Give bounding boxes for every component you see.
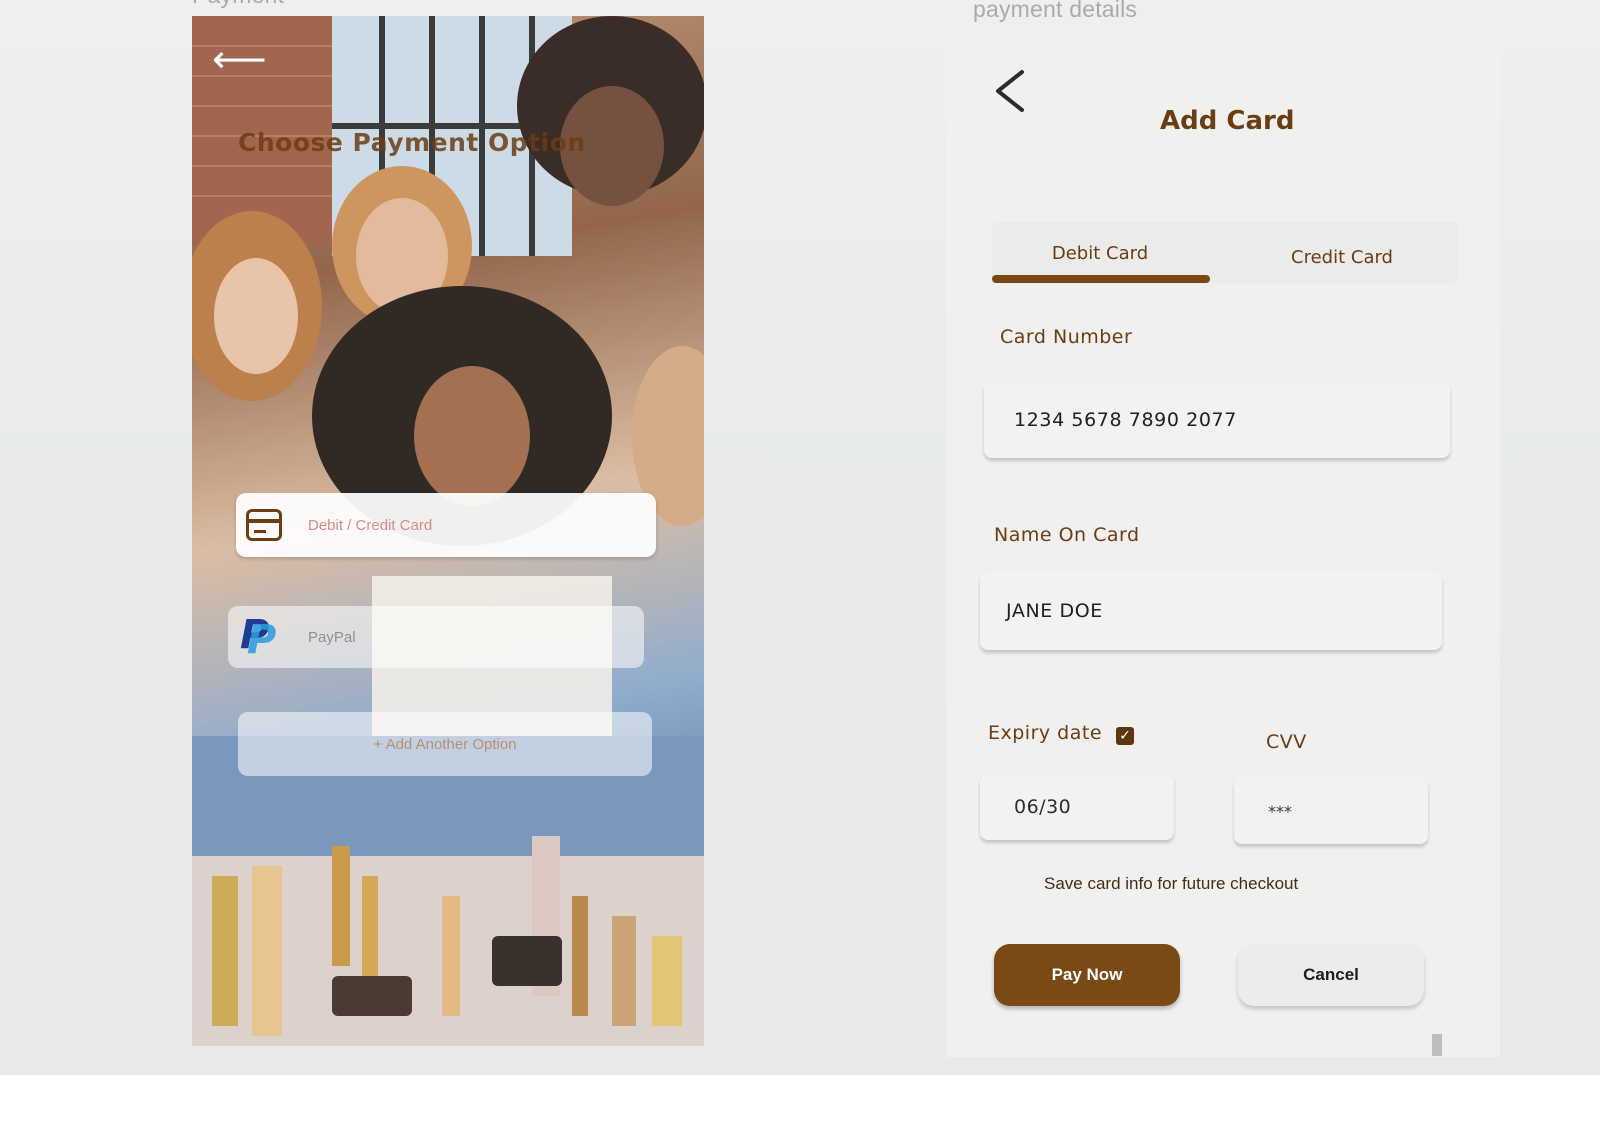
cvv-label: CVV (1266, 731, 1307, 753)
save-card-info-text: Save card info for future checkout (1044, 874, 1299, 893)
page-title: Add Card (1160, 106, 1295, 136)
add-card-panel: Add Card Debit Card Credit Card Card Num… (946, 32, 1500, 1057)
expiry-date-field[interactable]: 06/30 (980, 774, 1174, 840)
add-option-label: + Add Another Option (373, 735, 517, 753)
name-on-card-field[interactable]: JANE DOE (980, 572, 1442, 650)
option-debit-label: Debit / Credit Card (308, 516, 433, 534)
option-paypal[interactable]: PP PayPal (228, 606, 644, 668)
payment-options-screen: ⟵ Choose Payment Option Debit / Credit C… (192, 16, 704, 1046)
add-another-option-button[interactable]: + Add Another Option (238, 712, 652, 776)
back-arrow-icon[interactable]: ⟵ (212, 40, 266, 78)
paypal-icon: PP (240, 612, 277, 663)
option-paypal-label: PayPal (308, 628, 356, 646)
credit-card-icon (246, 509, 282, 541)
screen: Payment payment details (0, 0, 1600, 1075)
tab-credit-card[interactable]: Credit Card (1242, 226, 1442, 288)
left-frame-title: Payment (192, 0, 284, 9)
active-tab-indicator (992, 275, 1210, 283)
card-number-label: Card Number (1000, 326, 1133, 348)
scrollbar[interactable] (1432, 1034, 1442, 1056)
cvv-field[interactable]: *** (1234, 778, 1428, 844)
expiry-checkbox[interactable]: ✓ (1116, 727, 1134, 745)
expiry-date-label: Expiry date (988, 722, 1103, 744)
right-frame-title: payment details (973, 0, 1138, 22)
choose-payment-title: Choose Payment Option (238, 128, 586, 157)
pay-now-button[interactable]: Pay Now (994, 944, 1180, 1006)
chevron-left-icon[interactable] (990, 68, 1032, 114)
card-number-field[interactable]: 1234 5678 7890 2077 (984, 382, 1450, 458)
cancel-button[interactable]: Cancel (1238, 944, 1424, 1006)
name-on-card-label: Name On Card (994, 524, 1140, 546)
option-debit-credit-card[interactable]: Debit / Credit Card (236, 493, 656, 557)
